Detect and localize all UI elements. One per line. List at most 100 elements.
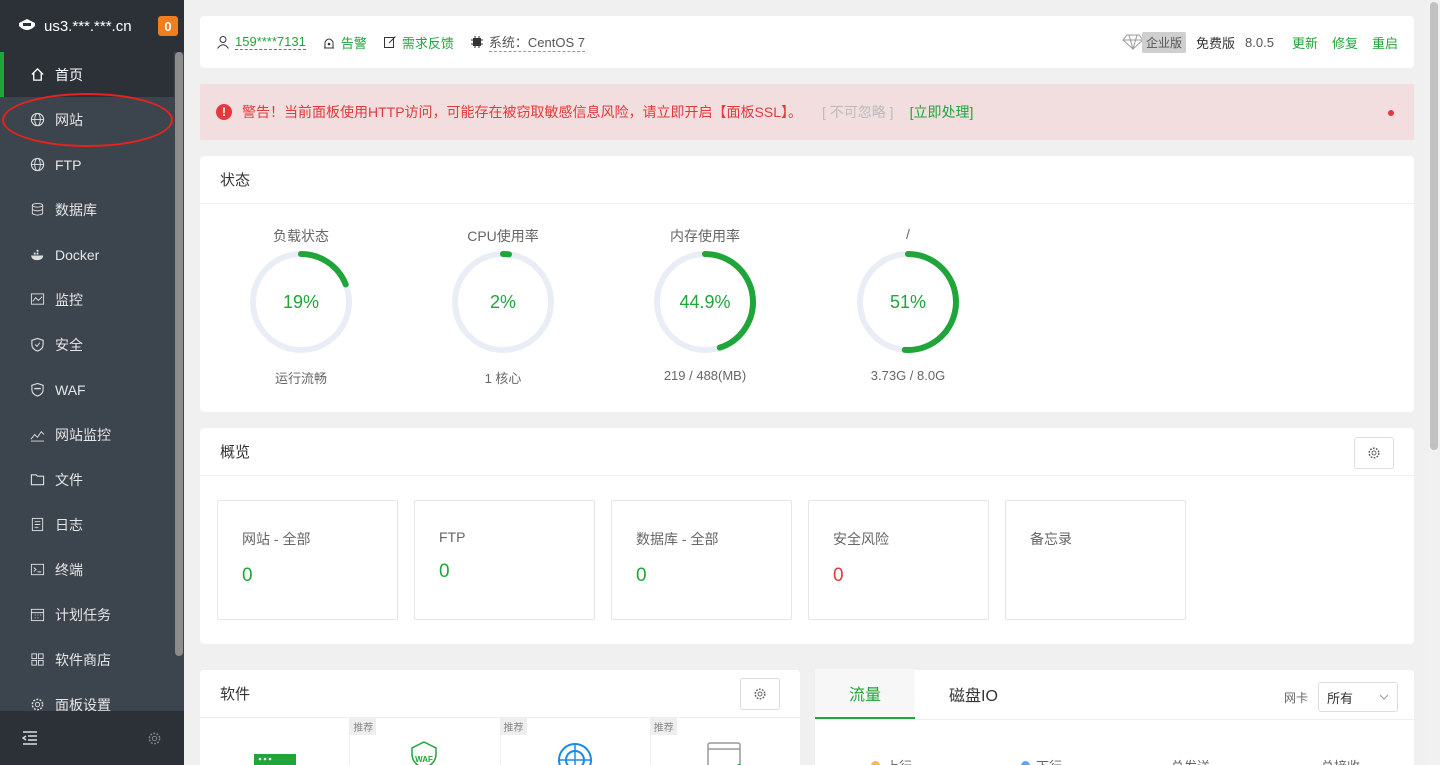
recommend-tag: 推荐 (500, 718, 527, 735)
overview-label: 网站 - 全部 (242, 531, 311, 547)
waf-icon: WAF (411, 741, 437, 765)
software-item[interactable]: 推荐 (650, 718, 800, 765)
sidebar-item-label: 软件商店 (55, 651, 111, 668)
warning-icon: ! (216, 104, 232, 120)
sidebar-item-label: 监控 (55, 291, 83, 308)
feedback-label: 需求反馈 (401, 35, 454, 51)
overview-count[interactable]: 0 (242, 565, 397, 587)
sidebar-footer (0, 711, 184, 765)
alert-message: 警告！当前面板使用HTTP访问，可能存在被窃取敏感信息风险，请立即开启【面板SS… (242, 104, 803, 120)
overview-count[interactable]: 0 (636, 565, 791, 587)
database-icon (31, 202, 44, 216)
sidebar-scrollbar[interactable] (175, 52, 183, 656)
sidebar-item-store[interactable]: 软件商店 (0, 637, 174, 682)
sidebar-item-label: 首页 (55, 66, 83, 83)
svg-text:WAF: WAF (415, 755, 433, 764)
software-settings-button[interactable] (740, 678, 780, 710)
sidebar-item-label: 网站监控 (55, 426, 111, 443)
radar-icon (557, 743, 592, 765)
gauge-title: 负载状态 (273, 228, 329, 244)
system-os: 系统：CentOS 7 (488, 32, 585, 52)
sidebar-item-logs[interactable]: 日志 (0, 502, 174, 547)
gear-icon[interactable] (147, 731, 162, 746)
overview-panel: 概览 网站 - 全部 0 FTP 0 数据库 - 全部 0 安全风险 0 备忘录 (200, 428, 1414, 644)
sidebar-item-waf[interactable]: WAF (0, 367, 174, 412)
globe-icon (30, 112, 45, 127)
gauge-title: CPU使用率 (467, 228, 539, 244)
sidebar-item-label: 终端 (55, 561, 83, 578)
sidebar-item-database[interactable]: 数据库 (0, 187, 174, 232)
tab-disk-io[interactable]: 磁盘IO (915, 669, 1032, 719)
host-name[interactable]: us3.***.***.cn (44, 18, 132, 35)
edit-icon (383, 36, 396, 48)
globe-icon (30, 157, 45, 172)
sidebar-item-label: 网站 (55, 111, 83, 128)
legend-total-sent: 总发送 (1171, 756, 1321, 765)
sidebar-menu: 首页 网站 FTP 数据库 Docker 监控 安全 WAF 网站监控 文件 日… (0, 52, 174, 727)
terminal-icon (30, 563, 45, 576)
software-item[interactable]: 推荐 (500, 718, 651, 765)
overview-title: 概览 (200, 428, 1414, 476)
overview-label: 备忘录 (1030, 531, 1072, 547)
restart-link[interactable]: 重启 (1372, 33, 1398, 52)
sidebar-item-security[interactable]: 安全 (0, 322, 174, 367)
sidebar-item-label: 日志 (55, 516, 83, 533)
sidebar-item-files[interactable]: 文件 (0, 457, 174, 502)
sidebar-item-docker[interactable]: Docker (0, 232, 174, 277)
repair-link[interactable]: 修复 (1332, 33, 1358, 52)
notification-badge[interactable]: 0 (158, 16, 178, 36)
update-link[interactable]: 更新 (1292, 33, 1318, 52)
grid-icon (31, 653, 44, 666)
sidebar-item-site-monitor[interactable]: 网站监控 (0, 412, 174, 457)
software-item[interactable]: 推荐 WAF (350, 718, 501, 765)
alarm-link[interactable]: 告警 (322, 33, 367, 52)
sidebar-item-ftp[interactable]: FTP (0, 142, 174, 187)
overview-ftp[interactable]: FTP 0 (414, 500, 595, 620)
recommend-tag: 推荐 (350, 718, 377, 735)
legend-upload: 上行 (871, 756, 1021, 765)
sidebar-item-website[interactable]: 网站 (0, 97, 174, 142)
status-panel: 状态 负载状态 19% 运行流畅 CPU使用率 2% 1 核心 内存使用率 44… (200, 156, 1414, 412)
system-info: 系统：CentOS 7 (470, 32, 585, 52)
user-phone[interactable]: 159****7131 (235, 34, 306, 50)
overview-websites[interactable]: 网站 - 全部 0 (217, 500, 398, 620)
version-number: 8.0.5 (1245, 34, 1274, 50)
cpu-icon (470, 36, 483, 48)
waf-icon (31, 382, 44, 397)
sidebar-item-label: 数据库 (55, 201, 97, 218)
page-scrollbar[interactable] (1428, 0, 1440, 765)
enterprise-badge[interactable]: 企业版 (1142, 31, 1187, 53)
overview-count[interactable]: 0 (439, 561, 594, 583)
log-icon (31, 517, 44, 532)
page-scroll-thumb[interactable] (1430, 2, 1438, 450)
overview-security-risk[interactable]: 安全风险 0 (808, 500, 989, 620)
recommend-tag: 推荐 (650, 718, 677, 735)
overview-memo[interactable]: 备忘录 (1005, 500, 1186, 620)
nic-select[interactable]: 所有 (1318, 682, 1398, 712)
folder-icon (30, 474, 45, 486)
tab-traffic[interactable]: 流量 (815, 669, 916, 719)
user-account[interactable]: 159****7131 (216, 34, 306, 50)
sidebar-item-home[interactable]: 首页 (0, 52, 174, 97)
sidebar-item-cron[interactable]: 计划任务 (0, 592, 174, 637)
overview-settings-button[interactable] (1354, 437, 1394, 469)
sidebar-item-monitor[interactable]: 监控 (0, 277, 174, 322)
collapse-menu-icon[interactable] (22, 731, 38, 745)
alert-action-link[interactable]: [立即处理] (910, 102, 974, 122)
server-icon (254, 754, 296, 765)
top-info-bar: 159****7131 告警 需求反馈 系统：CentOS 7 企业版 免费版 … (200, 16, 1414, 68)
gauge-value: 19% (282, 292, 320, 312)
overview-count[interactable]: 0 (833, 565, 988, 587)
gear-icon (1368, 447, 1380, 459)
sidebar-item-terminal[interactable]: 终端 (0, 547, 174, 592)
gauge-value: 2% (489, 292, 516, 312)
feedback-link[interactable]: 需求反馈 (383, 33, 454, 52)
software-grid: 推荐 WAF 推荐 推荐 (200, 718, 800, 765)
gear-icon (31, 698, 44, 711)
docker-icon (30, 249, 44, 261)
legend-total-received: 总接收 (1321, 756, 1440, 765)
sidebar-item-label: Docker (55, 246, 100, 263)
ssl-warning-alert: ! 警告！当前面板使用HTTP访问，可能存在被窃取敏感信息风险，请立即开启【面板… (200, 84, 1414, 140)
software-item[interactable] (200, 718, 351, 765)
overview-databases[interactable]: 数据库 - 全部 0 (611, 500, 792, 620)
